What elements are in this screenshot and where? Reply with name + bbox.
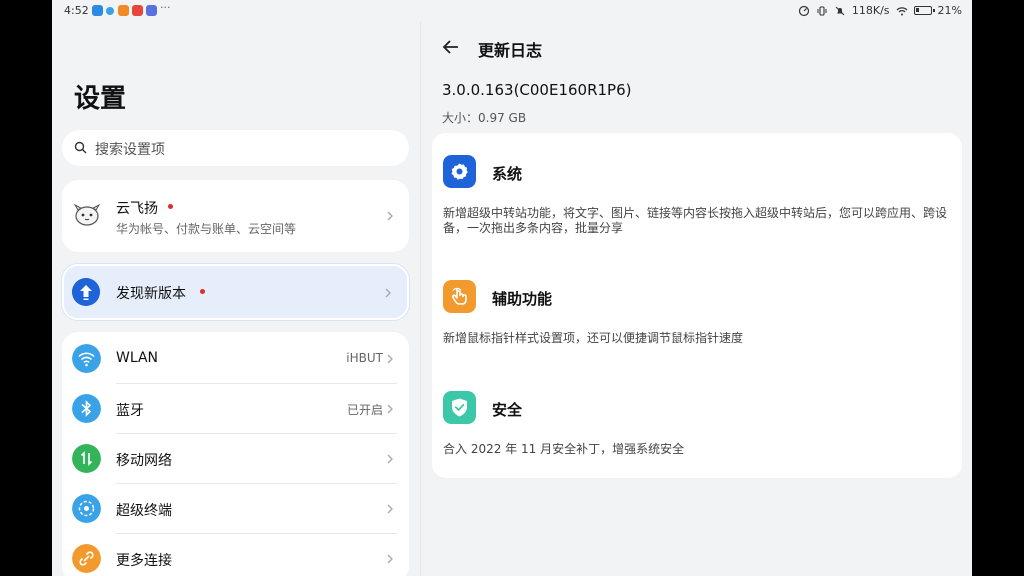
- settings-pane: 设置 搜索设置项 云飞扬 华为帐号、付款与账单、云空间等 发现新版本 WLAN …: [52, 22, 420, 576]
- chevron-right-icon: [387, 554, 393, 564]
- status-bar: 4:52 ··· 118K/s 21%: [52, 0, 972, 22]
- notification-dot: [200, 289, 205, 294]
- sidebar-item-super-device[interactable]: 超级终端: [62, 484, 409, 534]
- sidebar-item-label: 超级终端: [116, 503, 172, 519]
- mute-bell-icon: [835, 6, 845, 15]
- sidebar-item-more-connections[interactable]: 更多连接: [62, 534, 409, 576]
- changelog-card: 系统 新增超级中转站功能，将文字、图片、链接等内容长按拖入超级中转站后，您可以跨…: [432, 133, 962, 478]
- status-time: 4:52: [64, 4, 89, 17]
- link-icon: [72, 544, 101, 573]
- sidebar-item-software-update[interactable]: 发现新版本: [62, 264, 409, 320]
- vibrate-icon: [817, 5, 827, 16]
- category-description: 合入 2022 年 11 月安全补丁，增强系统安全: [443, 442, 685, 456]
- app-notification-icon: [118, 5, 129, 16]
- battery-icon: [913, 6, 935, 15]
- chevron-right-icon: [385, 288, 391, 298]
- notification-dot: [168, 204, 173, 209]
- search-placeholder: 搜索设置项: [95, 142, 165, 158]
- connectivity-card: WLAN iHBUT 蓝牙 已开启 移动网络 超级终端 更多连接: [62, 332, 409, 576]
- version-number: 3.0.0.163(C00E160R1P6): [442, 81, 632, 99]
- update-arrow-icon: [72, 278, 100, 306]
- avatar: [73, 203, 101, 226]
- more-notifications-icon: ···: [160, 1, 171, 14]
- back-arrow-icon[interactable]: [441, 37, 461, 57]
- sidebar-item-label: 发现新版本: [116, 286, 186, 302]
- tablet-screen: 4:52 ··· 118K/s 21% 设置 搜索设置项 云飞扬 华为帐号、付款…: [52, 0, 972, 576]
- app-notification-icon: [146, 5, 157, 16]
- category-title: 系统: [492, 165, 523, 183]
- wifi-status-icon: [896, 6, 907, 15]
- search-icon: [74, 141, 87, 154]
- sidebar-item-label: 更多连接: [116, 553, 172, 569]
- status-indicators: 118K/s 21%: [798, 4, 962, 17]
- shield-check-icon: [443, 391, 476, 424]
- app-notification-icon: [106, 7, 114, 15]
- account-card[interactable]: 云飞扬 华为帐号、付款与账单、云空间等: [62, 180, 409, 252]
- chevron-right-icon: [387, 454, 393, 464]
- hand-pointer-icon: [443, 280, 476, 313]
- category-title: 安全: [492, 401, 523, 419]
- bluetooth-icon: [72, 394, 101, 423]
- sidebar-item-value: iHBUT: [346, 351, 383, 365]
- app-notification-icon: [132, 5, 143, 16]
- account-subtitle: 华为帐号、付款与账单、云空间等: [116, 222, 297, 236]
- page-title: 设置: [74, 84, 127, 114]
- package-size: 大小：0.97 GB: [442, 111, 527, 125]
- sidebar-item-wlan[interactable]: WLAN iHBUT: [62, 334, 409, 384]
- sidebar-item-label: 移动网络: [116, 453, 172, 469]
- account-name: 云飞扬: [116, 201, 158, 217]
- sidebar-item-value: 已开启: [346, 403, 383, 417]
- network-speed: 118K/s: [851, 4, 890, 17]
- sidebar-item-bluetooth[interactable]: 蓝牙 已开启: [62, 384, 409, 434]
- changelog-pane: 更新日志 3.0.0.163(C00E160R1P6) 大小：0.97 GB 系…: [421, 22, 972, 576]
- chevron-right-icon: [387, 211, 393, 221]
- category-description: 新增超级中转站功能，将文字、图片、链接等内容长按拖入超级中转站后，您可以跨应用、…: [443, 206, 948, 235]
- chevron-right-icon: [387, 354, 393, 364]
- changelog-title: 更新日志: [478, 41, 543, 60]
- app-notification-icon: [92, 5, 103, 16]
- category-title: 辅助功能: [492, 290, 553, 308]
- battery-percent: 21%: [937, 4, 962, 17]
- category-description: 新增鼠标指针样式设置项，还可以便捷调节鼠标指针速度: [443, 331, 744, 345]
- chevron-right-icon: [387, 404, 393, 414]
- sidebar-item-label: WLAN: [116, 350, 159, 366]
- nfc-icon: [798, 5, 809, 16]
- super-device-icon: [72, 494, 101, 523]
- wifi-icon: [72, 344, 101, 373]
- mobile-network-icon: [72, 444, 101, 473]
- sidebar-item-label: 蓝牙: [116, 403, 144, 419]
- search-input[interactable]: 搜索设置项: [62, 130, 409, 166]
- gear-icon: [443, 155, 476, 188]
- sidebar-item-mobile-network[interactable]: 移动网络: [62, 434, 409, 484]
- chevron-right-icon: [387, 504, 393, 514]
